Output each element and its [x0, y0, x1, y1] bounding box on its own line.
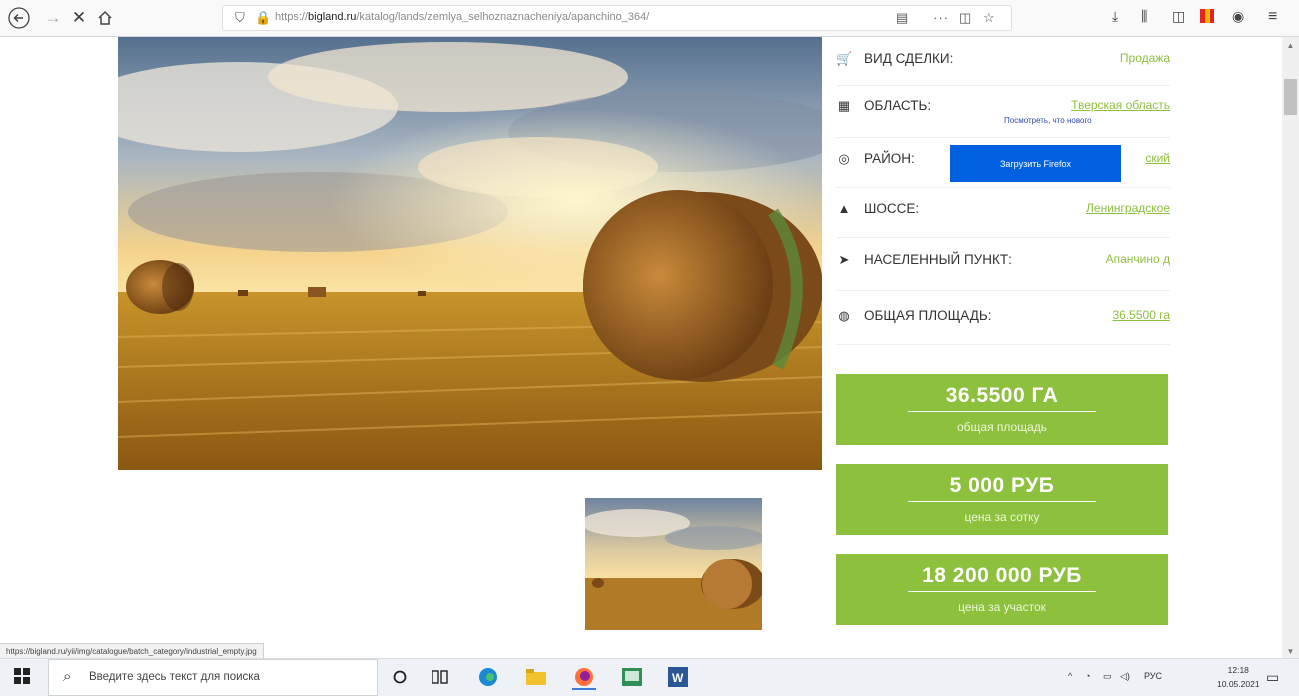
file-explorer-app[interactable] — [524, 666, 548, 688]
scroll-down-icon[interactable]: ▼ — [1282, 647, 1299, 656]
price-box-per-plot: 18 200 000 РУБ цена за участок — [836, 554, 1168, 625]
reader-view-icon[interactable]: ▤ — [896, 10, 908, 26]
close-icon: ✕ — [71, 8, 87, 27]
price-divider — [908, 591, 1096, 592]
extension-icon[interactable]: ◉ — [1232, 8, 1244, 25]
price-divider — [908, 501, 1096, 502]
download-firefox-button[interactable]: Загрузить Firefox — [950, 145, 1121, 182]
notifications-icon[interactable]: ▭ — [1266, 669, 1279, 686]
whats-new-link[interactable]: Посмотреть, что нового — [1004, 116, 1092, 125]
page-actions-icon[interactable]: ··· — [933, 10, 949, 25]
word-icon: W — [668, 667, 688, 687]
detail-row-region: ▦ ОБЛАСТЬ: Тверская область — [836, 85, 1170, 138]
word-app[interactable]: W — [666, 666, 690, 688]
detail-value-link[interactable]: 36.5500 га — [1113, 308, 1171, 322]
clock-date: 10.05.2021 — [1217, 679, 1260, 689]
detail-row-total-area: ◍ ОБЩАЯ ПЛОЩАДЬ: 36.5500 га — [836, 290, 1170, 345]
clock-time: 12:18 — [1227, 665, 1249, 675]
price-divider — [908, 411, 1096, 412]
price-value: 5 000 РУБ — [949, 474, 1055, 497]
url-text: https://bigland.ru/katalog/lands/zemlya_… — [275, 11, 650, 23]
road-icon: ▲ — [837, 201, 851, 216]
url-bar[interactable]: ⛉ 🔒 https://bigland.ru/katalog/lands/zem… — [222, 5, 1012, 31]
task-view-icon — [432, 670, 448, 684]
shield-icon: ⛉ — [235, 10, 245, 25]
detail-label: ОБЩАЯ ПЛОЩАДЬ: — [864, 308, 992, 323]
home-button[interactable] — [92, 6, 118, 30]
edge-icon — [479, 668, 497, 686]
price-caption: общая площадь — [956, 420, 1048, 434]
firefox-icon — [575, 668, 593, 686]
target-icon: ◎ — [838, 151, 850, 166]
detail-label: РАЙОН: — [864, 151, 915, 166]
stop-button[interactable]: ✕ — [66, 6, 92, 30]
battery-icon[interactable]: ▭ — [1103, 671, 1112, 682]
detail-value: Продажа — [1119, 51, 1170, 65]
detail-row-highway: ▲ ШОССЕ: Ленинградское — [836, 187, 1170, 238]
photo-thumbnail[interactable] — [585, 498, 762, 630]
detail-label: ШОССЕ: — [864, 201, 920, 216]
detail-value-link[interactable]: Тверская область — [1071, 98, 1170, 112]
firefox-app[interactable] — [572, 666, 596, 690]
location-arrow-icon: ➤ — [838, 252, 850, 267]
windows-logo-icon — [14, 668, 30, 684]
main-photo[interactable] — [118, 37, 822, 470]
price-caption: цена за сотку — [964, 510, 1040, 524]
svg-text:W: W — [672, 671, 684, 685]
cortana-button[interactable] — [388, 666, 412, 688]
detail-row-deal-type: 🛒 ВИД СДЕЛКИ: Продажа — [836, 37, 1170, 86]
image-viewer-icon — [622, 668, 642, 686]
cortana-circle-icon — [393, 670, 407, 684]
detail-row-settlement: ➤ НАСЕЛЕННЫЙ ПУНКТ: Апанчино д — [836, 237, 1170, 291]
price-value: 18 200 000 РУБ — [922, 564, 1082, 587]
image-viewer-app[interactable] — [620, 666, 644, 688]
globe-icon: ◍ — [838, 308, 850, 323]
bookmark-star-icon[interactable]: ☆ — [983, 10, 995, 26]
home-icon — [98, 10, 112, 25]
thumbnail-image — [585, 498, 762, 630]
detail-value-link[interactable]: Ленинградское — [1086, 201, 1170, 215]
map-icon: ▦ — [837, 98, 851, 113]
scroll-up-icon[interactable]: ▲ — [1282, 41, 1299, 50]
price-box-per-sotka: 5 000 РУБ цена за сотку — [836, 464, 1168, 535]
detail-label: ВИД СДЕЛКИ: — [864, 51, 954, 66]
volume-icon[interactable]: ◁) — [1120, 671, 1130, 682]
library-icon[interactable]: ⫼ — [1141, 8, 1147, 25]
status-url: https://bigland.ru/yii/img/catalogue/bat… — [0, 643, 264, 659]
show-hidden-icons-icon[interactable]: ^ — [1068, 671, 1072, 681]
forward-button[interactable]: → — [40, 6, 66, 30]
price-caption: цена за участок — [958, 600, 1046, 614]
browser-toolbar: → ✕ ⛉ 🔒 https://bigland.ru/katalog/lands… — [0, 0, 1299, 37]
sidebar-icon[interactable]: ◫ — [1172, 8, 1185, 25]
search-icon: ⌕ — [63, 668, 72, 685]
detail-label: НАСЕЛЕННЫЙ ПУНКТ: — [864, 252, 1012, 267]
price-box-area: 36.5500 ГА общая площадь — [836, 374, 1168, 445]
taskbar-search-box[interactable]: ⌕ Введите здесь текст для поиска — [48, 659, 378, 696]
search-placeholder: Введите здесь текст для поиска — [89, 671, 260, 683]
detail-value-link[interactable]: ский — [1145, 151, 1170, 165]
downloads-icon[interactable]: ⤓ — [1112, 8, 1118, 25]
windows-taskbar: ⌕ Введите здесь текст для поиска W ^ ◔ ▭… — [0, 658, 1299, 696]
back-button[interactable] — [6, 6, 32, 30]
menu-icon[interactable]: ≡ — [1268, 8, 1277, 26]
forward-arrow-icon: → — [44, 8, 62, 27]
detail-label: ОБЛАСТЬ: — [864, 98, 932, 113]
language-indicator[interactable]: РУС — [1144, 671, 1162, 681]
task-view-button[interactable] — [428, 666, 452, 688]
folder-icon — [526, 669, 546, 685]
page-scrollbar[interactable]: ▲ ▼ — [1282, 37, 1299, 658]
clock[interactable]: 12:18 10.05.2021 — [1217, 663, 1260, 691]
start-button[interactable] — [14, 668, 30, 684]
scroll-thumb[interactable] — [1284, 79, 1297, 115]
detail-value: Апанчино д — [1105, 252, 1170, 266]
extension-flag-icon[interactable] — [1200, 9, 1214, 23]
pocket-icon[interactable]: ◫ — [959, 10, 971, 26]
cart-icon: 🛒 — [836, 51, 853, 66]
back-arrow-icon — [8, 7, 30, 29]
network-icon[interactable]: ◔ — [1085, 671, 1090, 681]
lock-icon: 🔒 — [255, 10, 272, 25]
hay-field-photo — [118, 37, 822, 470]
edge-app[interactable] — [476, 666, 500, 688]
price-value: 36.5500 ГА — [945, 384, 1059, 407]
